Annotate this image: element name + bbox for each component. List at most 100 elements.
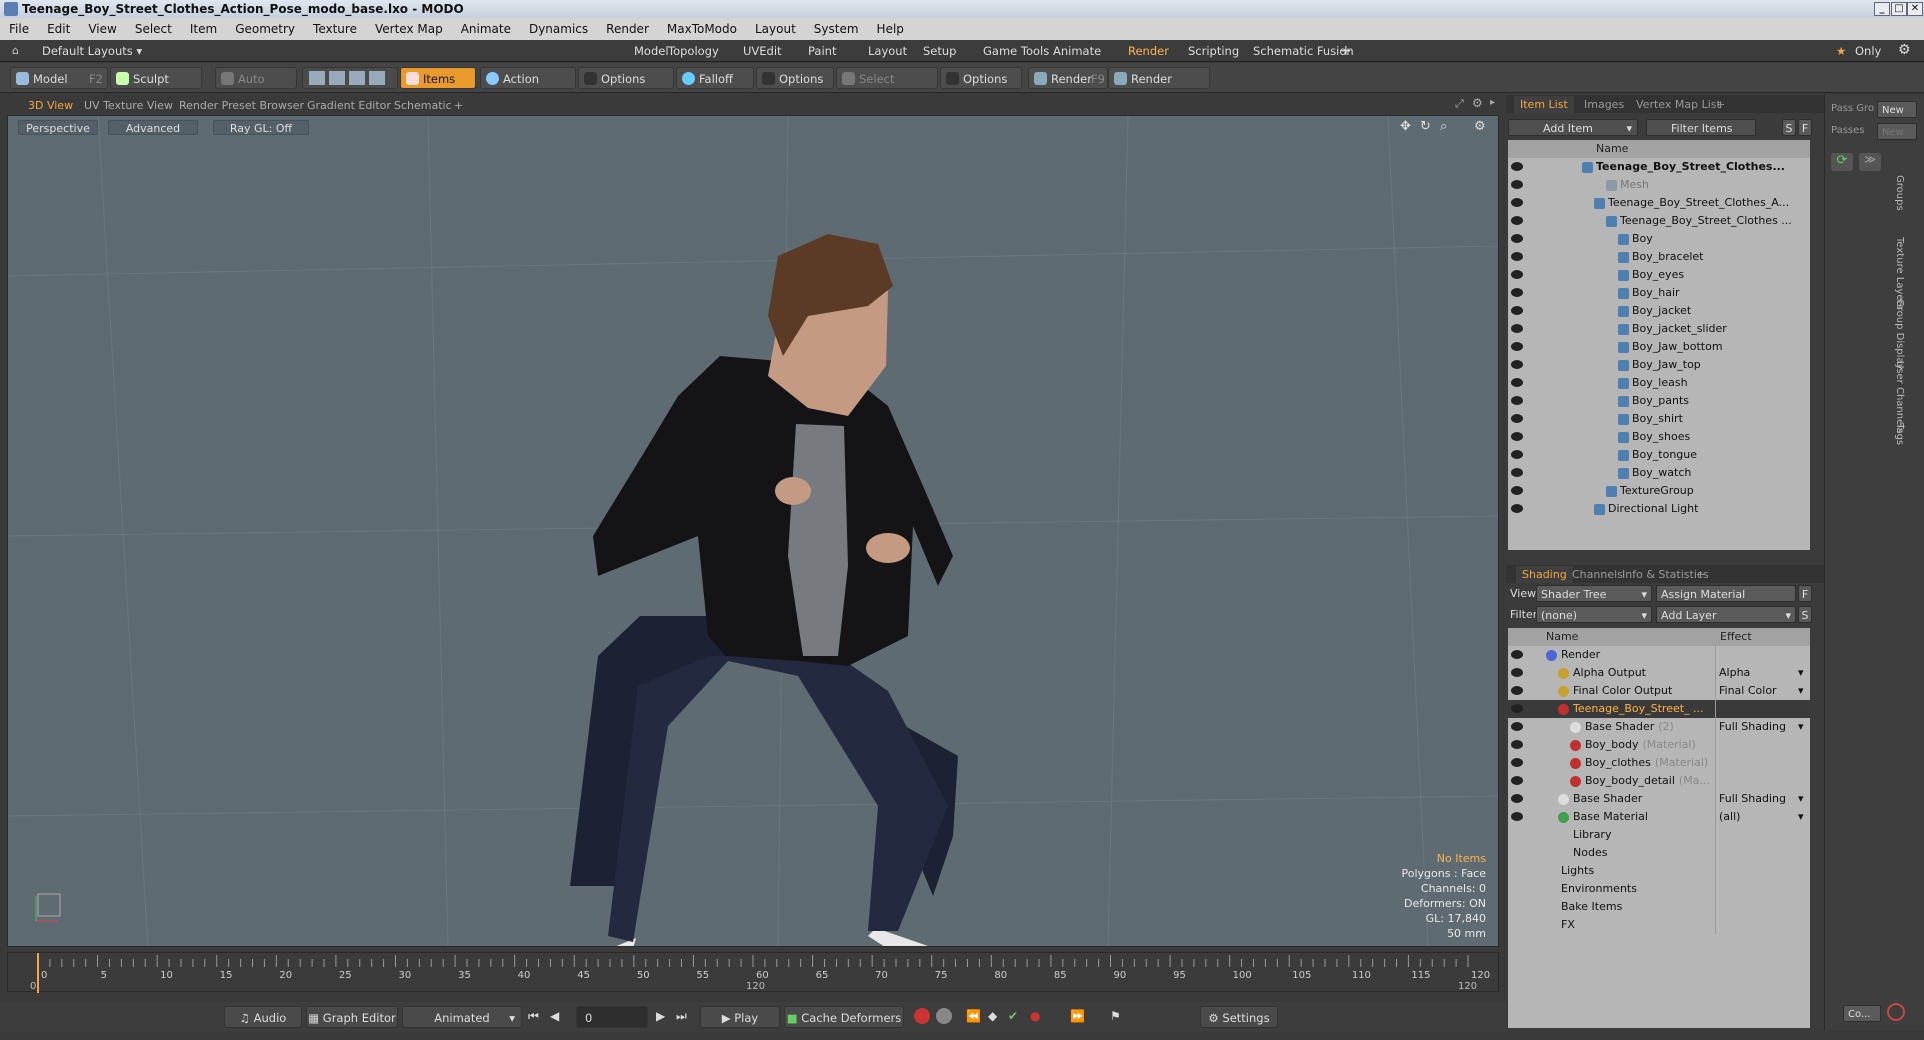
item-row[interactable]: Mesh (1508, 176, 1810, 194)
new-pass-button[interactable]: New (1877, 123, 1917, 140)
render-window-button[interactable]: Render Window (1108, 67, 1210, 108)
add-layout-tab-button[interactable]: + (1340, 40, 1352, 62)
view-dropdown[interactable]: Shader Tree ▾ (1536, 585, 1652, 602)
layout-tab-setup[interactable]: Setup (915, 40, 964, 62)
layout-tab-uvedit[interactable]: UVEdit (735, 40, 790, 62)
record-icon[interactable] (914, 1008, 930, 1024)
action-center-options-button[interactable]: Options (578, 67, 674, 89)
visibility-eye-icon[interactable] (1511, 812, 1523, 821)
shader-row[interactable]: Render (1508, 646, 1810, 664)
command-input[interactable]: Co... (1843, 1005, 1881, 1022)
shading-panel-tab-shading[interactable]: Shading (1516, 566, 1573, 583)
play-button[interactable]: ▶ Play (700, 1006, 780, 1028)
advanced-shading-button[interactable]: Advanced (108, 120, 198, 135)
visibility-eye-icon[interactable] (1511, 450, 1523, 459)
item-row[interactable]: Boy_hair (1508, 284, 1810, 302)
expand-icon[interactable]: ⤢ (1455, 97, 1464, 111)
forward-icon[interactable]: ≫ (1859, 153, 1881, 171)
gear-icon[interactable]: ⚙ (1472, 96, 1483, 110)
menu-item-select[interactable]: Select (126, 18, 181, 40)
item-row[interactable]: Boy (1508, 230, 1810, 248)
visibility-eye-icon[interactable] (1511, 270, 1523, 279)
menu-item-edit[interactable]: Edit (38, 18, 79, 40)
viewport-gear-icon[interactable]: ⚙ (1474, 119, 1486, 134)
menu-item-animate[interactable]: Animate (452, 18, 520, 40)
shader-row[interactable]: Alpha Output Alpha ▾ (1508, 664, 1810, 682)
timeline[interactable]: 0 5 10 15 20 25 30 35 40 45 50 55 60 65 70 75 80 85 90 95 10… (7, 952, 1499, 993)
effect-cell[interactable]: Full Shading (1715, 790, 1809, 808)
visibility-eye-icon[interactable] (1511, 776, 1523, 785)
panel-arrow-icon[interactable]: ▸ (1490, 97, 1495, 108)
layout-tab-paint[interactable]: Paint (800, 40, 844, 62)
menu-item-help[interactable]: Help (868, 18, 913, 40)
visibility-eye-icon[interactable] (1511, 162, 1523, 171)
polygon-mode-icon[interactable] (349, 71, 365, 85)
item-row[interactable]: Boy_tongue (1508, 446, 1810, 464)
shader-row[interactable]: Base Shader (2) Full Shading ▾ (1508, 718, 1810, 736)
go-to-end-icon[interactable]: ⏭ (676, 1009, 687, 1024)
visibility-eye-icon[interactable] (1511, 414, 1523, 423)
menu-item-vertex-map[interactable]: Vertex Map (366, 18, 452, 40)
visibility-eye-icon[interactable] (1511, 216, 1523, 225)
audio-button[interactable]: ♫ Audio (224, 1006, 302, 1028)
gear-icon[interactable]: ⚙ (1898, 42, 1911, 58)
visibility-eye-icon[interactable] (1511, 396, 1523, 405)
layout-tab-layout[interactable]: Layout (860, 40, 915, 62)
model-mode-button[interactable]: Model F2 (10, 67, 108, 89)
shading-panel-tab--[interactable]: + (1690, 566, 1711, 583)
view-tab--[interactable]: + (448, 97, 469, 115)
menu-item-system[interactable]: System (805, 18, 868, 40)
visibility-eye-icon[interactable] (1511, 378, 1523, 387)
add-item-dropdown[interactable]: Add Item ▾ (1508, 119, 1638, 136)
item-panel-tab--[interactable]: + (1710, 96, 1731, 113)
item-panel-tab-item-list[interactable]: Item List (1514, 96, 1574, 113)
filter-dropdown[interactable]: (none) ▾ (1536, 606, 1652, 623)
animated-dropdown[interactable]: Animated ▾ (402, 1006, 522, 1028)
add-layer-dropdown[interactable]: Add Layer ▾ (1656, 606, 1796, 623)
item-row[interactable]: Boy_watch (1508, 464, 1810, 482)
visibility-eye-icon[interactable] (1511, 468, 1523, 477)
layout-select[interactable]: Default Layouts ▾ (42, 40, 142, 62)
key-filter-icon[interactable]: ⚑ (1110, 1009, 1121, 1023)
effect-cell[interactable]: Full Shading (1715, 718, 1809, 736)
material-mode-icon[interactable] (369, 71, 385, 85)
menu-item-dynamics[interactable]: Dynamics (520, 18, 597, 40)
shader-row[interactable]: Lights (1508, 862, 1810, 880)
next-key-icon[interactable]: ⏩ (1070, 1009, 1085, 1023)
item-row[interactable]: Boy_shoes (1508, 428, 1810, 446)
view-tab-gradient-editor[interactable]: Gradient Editor (301, 97, 397, 115)
visibility-eye-icon[interactable] (1511, 704, 1523, 713)
maximize-icon[interactable]: □ (1891, 2, 1907, 16)
3d-viewport[interactable]: Perspective Advanced Ray GL: Off ✥ ↻ ⌕ ⚙… (7, 115, 1499, 947)
visibility-eye-icon[interactable] (1511, 306, 1523, 315)
item-row[interactable]: Boy_leash (1508, 374, 1810, 392)
item-row[interactable]: Directional Light (1508, 500, 1810, 518)
set-key-icon[interactable]: ✔ (1008, 1009, 1018, 1023)
layout-tab-render[interactable]: Render (1120, 40, 1177, 62)
menu-item-texture[interactable]: Texture (304, 18, 366, 40)
item-row[interactable]: Boy_jacket_slider (1508, 320, 1810, 338)
prev-key-icon[interactable]: ⏪ (966, 1009, 981, 1023)
menu-item-layout[interactable]: Layout (746, 18, 805, 40)
falloff-button[interactable]: Falloff (676, 67, 754, 89)
zoom-icon[interactable]: ⌕ (1440, 119, 1447, 134)
vertex-mode-icon[interactable] (309, 71, 325, 85)
refresh-icon[interactable]: ⟳ (1831, 153, 1853, 171)
sculpt-mode-button[interactable]: Sculpt (110, 67, 202, 89)
rotate-icon[interactable]: ↻ (1420, 119, 1431, 134)
side-tab-group-display[interactable]: Group Display (1894, 299, 1905, 369)
item-row[interactable]: Boy_jacket (1508, 302, 1810, 320)
visibility-eye-icon[interactable] (1511, 324, 1523, 333)
perspective-button[interactable]: Perspective (18, 120, 98, 135)
effect-cell[interactable]: Alpha (1715, 664, 1809, 682)
stop-icon[interactable] (1887, 1003, 1905, 1021)
s-button[interactable]: S (1798, 606, 1812, 623)
view-tab-3d-view[interactable]: 3D View (22, 97, 79, 115)
view-tab-render-preset-browser[interactable]: Render Preset Browser (173, 97, 310, 115)
s-button[interactable]: S (1782, 119, 1796, 136)
visibility-eye-icon[interactable] (1511, 650, 1523, 659)
f-button[interactable]: F (1798, 119, 1812, 136)
layout-tab-scripting[interactable]: Scripting (1180, 40, 1247, 62)
menu-item-geometry[interactable]: Geometry (226, 18, 304, 40)
minimize-icon[interactable]: _ (1874, 2, 1890, 16)
